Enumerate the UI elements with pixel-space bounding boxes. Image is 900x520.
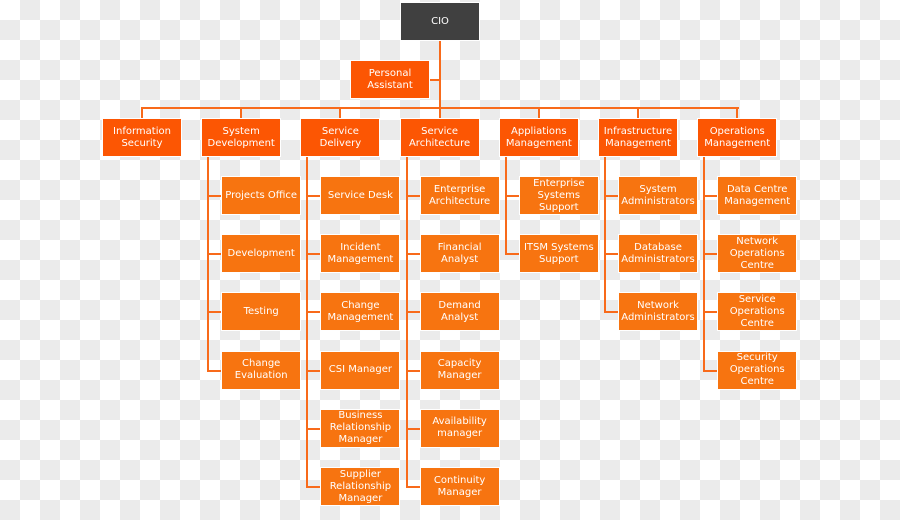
connector-line: [703, 369, 718, 372]
role-box: Demand Analyst: [419, 292, 500, 332]
connector-line: [207, 157, 210, 371]
connector-line: [604, 311, 618, 314]
connector-line: [405, 369, 420, 372]
connector-line: [703, 253, 718, 256]
role-box: Enterprise Systems Support: [518, 176, 599, 215]
role-box: System Administrators: [618, 176, 698, 215]
connector-line: [405, 486, 420, 488]
department-box: Operations Management: [697, 118, 778, 157]
connector-line: [306, 195, 321, 197]
connector-line: [405, 195, 420, 197]
cio-box: CIO: [400, 2, 480, 41]
role-box: Business Relationship Manager: [320, 408, 401, 448]
connector-line: [504, 253, 519, 256]
role-box: Testing: [221, 292, 302, 332]
connector-line: [430, 79, 440, 81]
role-box: Change Management: [320, 292, 401, 332]
connector-line: [306, 311, 321, 314]
connector-line: [703, 311, 718, 314]
connector-line: [306, 157, 309, 487]
connector-line: [703, 157, 706, 371]
role-box: Change Evaluation: [221, 350, 302, 390]
department-box: Appliations Management: [498, 118, 579, 157]
role-box: CSI Manager: [320, 350, 401, 390]
role-box: Service Desk: [320, 176, 401, 215]
role-box: Database Administrators: [618, 234, 698, 274]
role-box: Continuity Manager: [419, 467, 500, 506]
connector-line: [240, 108, 243, 118]
department-box: Information Security: [102, 118, 182, 157]
connector-line: [604, 195, 618, 197]
role-box: Projects Office: [221, 176, 302, 215]
connector-line: [339, 108, 342, 118]
connector-line: [405, 427, 420, 430]
connector-line: [405, 157, 408, 487]
connector-line: [504, 195, 519, 197]
connector-line: [736, 108, 739, 118]
connector-line: [207, 369, 222, 372]
connector-line: [438, 108, 441, 118]
department-box: Service Delivery: [300, 118, 381, 157]
role-box: Data Centre Management: [717, 176, 798, 215]
role-box: ITSM Systems Support: [518, 234, 599, 274]
role-box: Supplier Relationship Manager: [320, 467, 401, 506]
department-box: Infrastructure Management: [598, 118, 678, 157]
department-box: System Development: [201, 118, 282, 157]
connector-line: [504, 157, 507, 255]
role-box: Availability manager: [419, 408, 500, 448]
connector-line: [439, 41, 441, 109]
connector-line: [306, 369, 321, 372]
role-box: Incident Management: [320, 234, 401, 274]
connector-line: [141, 108, 143, 118]
connector-line: [604, 253, 618, 256]
role-box: Service Operations Centre: [717, 292, 798, 332]
connector-line: [405, 253, 420, 256]
connector-line: [207, 311, 222, 314]
connector-line: [537, 108, 540, 118]
connector-line: [207, 253, 222, 256]
connector-line: [604, 157, 606, 313]
connector-line: [703, 195, 718, 197]
role-box: Enterprise Architecture: [419, 176, 500, 215]
connector-line: [306, 486, 321, 488]
personal-assistant-box: Personal Assistant: [350, 60, 430, 99]
role-box: Financial Analyst: [419, 234, 500, 274]
role-box: Development: [221, 234, 302, 274]
connector-line: [306, 427, 321, 430]
connector-line: [207, 195, 222, 197]
role-box: Network Operations Centre: [717, 234, 798, 274]
connector-line: [637, 108, 639, 118]
connector-line: [405, 311, 420, 314]
department-box: Service Architecture: [399, 118, 480, 157]
role-box: Network Administrators: [618, 292, 698, 332]
connector-line: [306, 253, 321, 256]
role-box: Capacity Manager: [419, 350, 500, 390]
role-box: Security Operations Centre: [717, 350, 798, 390]
